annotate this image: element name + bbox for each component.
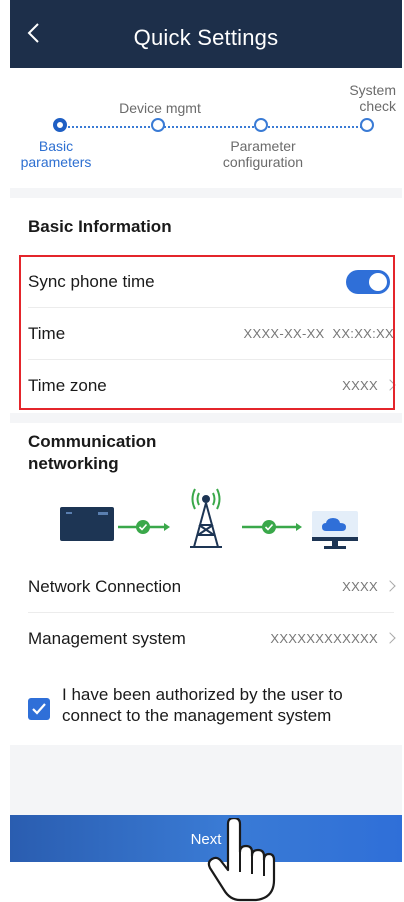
progress-stepper: Basic parameters Device mgmt Parameter c… bbox=[10, 68, 402, 188]
network-topology-diagram bbox=[60, 488, 358, 549]
page-title: Quick Settings bbox=[133, 25, 279, 50]
section-title-basic-information: Basic Information bbox=[28, 217, 172, 236]
network-connection-value: XXXX bbox=[342, 579, 378, 594]
chevron-right-icon bbox=[384, 632, 396, 644]
app-header: Quick Settings bbox=[10, 0, 402, 68]
network-connection-value-wrap: XXXX bbox=[342, 561, 396, 613]
authorization-checkbox[interactable] bbox=[28, 698, 50, 720]
pointing-hand-cursor-icon bbox=[207, 818, 276, 902]
step-dot-parameter-configuration bbox=[254, 118, 268, 132]
cloud-monitor-icon bbox=[312, 511, 358, 549]
step-label-system-check: System check bbox=[349, 82, 396, 114]
step-label-parameter-configuration: Parameter configuration bbox=[222, 138, 304, 170]
step-dot-device-mgmt bbox=[151, 118, 165, 132]
management-system-value: XXXXXXXXXXXX bbox=[270, 631, 378, 646]
step-label-basic-parameters: Basic parameters bbox=[20, 138, 92, 170]
step-label-device-mgmt: Device mgmt bbox=[119, 100, 201, 116]
management-system-label: Management system bbox=[28, 629, 186, 648]
chevron-right-icon bbox=[384, 580, 396, 592]
checkmark-icon bbox=[32, 703, 46, 715]
highlight-annotation-box bbox=[19, 255, 395, 410]
screen: Quick Settings Basic parameters Device m… bbox=[0, 0, 404, 902]
step-dot-basic-parameters bbox=[53, 118, 67, 132]
network-connection-label: Network Connection bbox=[28, 577, 182, 596]
row-network-connection[interactable]: Network Connection XXXX bbox=[28, 561, 396, 613]
row-management-system[interactable]: Management system XXXXXXXXXXXX bbox=[28, 613, 396, 665]
inverter-device-icon bbox=[60, 507, 114, 541]
stepper-dotted-line bbox=[60, 126, 366, 128]
connector-1-icon bbox=[118, 520, 170, 534]
management-system-value-wrap: XXXXXXXXXXXX bbox=[270, 613, 396, 665]
connector-2-icon bbox=[242, 520, 302, 534]
authorization-consent-text: I have been authorized by the user to co… bbox=[62, 685, 343, 725]
section-title-communication-networking: Communication networking bbox=[28, 432, 157, 473]
cell-tower-icon bbox=[190, 488, 222, 548]
step-dot-system-check bbox=[360, 118, 374, 132]
phone-screen: Quick Settings Basic parameters Device m… bbox=[10, 0, 402, 862]
